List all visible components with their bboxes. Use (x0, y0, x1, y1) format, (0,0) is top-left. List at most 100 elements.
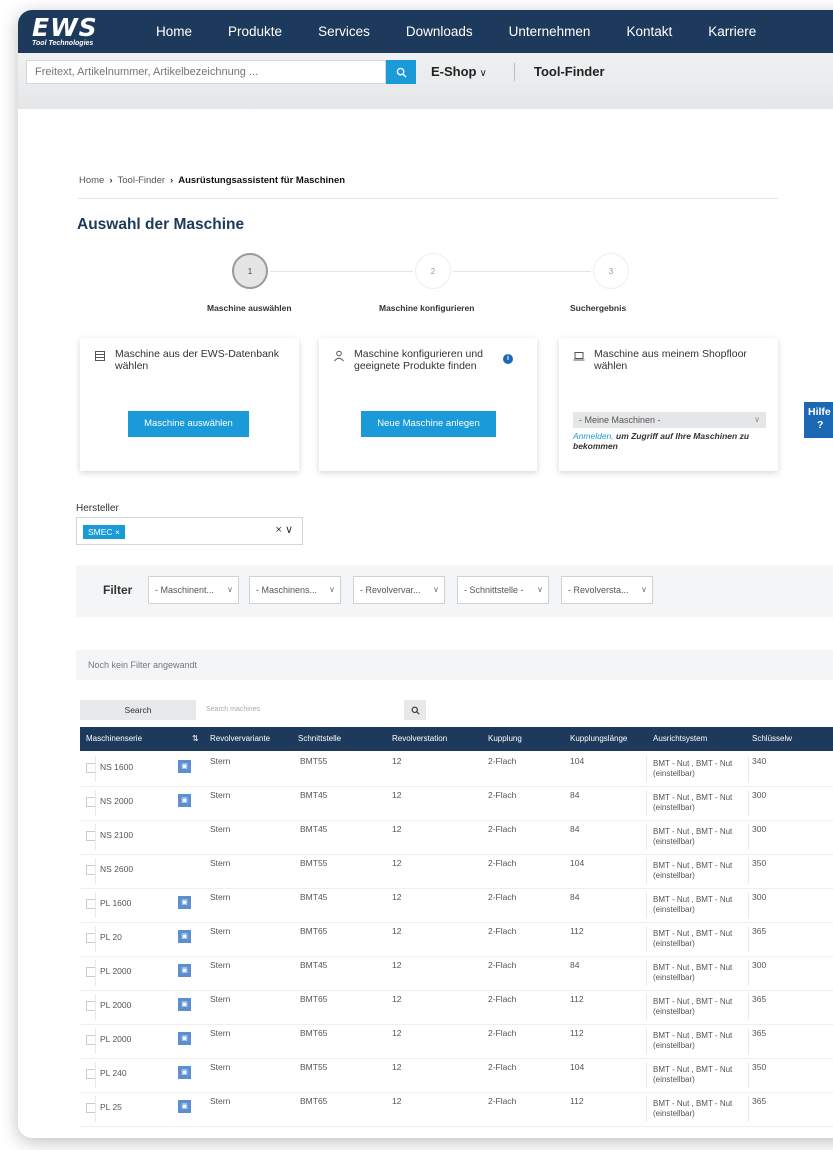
cell-serie: NS 2100 (100, 830, 134, 840)
new-machine-button[interactable]: Neue Maschine anlegen (361, 411, 496, 437)
column-divider (748, 892, 749, 918)
step-1-circle[interactable]: 1 (232, 253, 268, 289)
cell-station: 12 (392, 790, 402, 800)
step-1-label: Maschine auswählen (207, 303, 292, 313)
col-maschinenserie[interactable]: Maschinenserie (86, 727, 142, 751)
table-row[interactable]: NS 2100 Stern BMT45 12 2-Flach 84 BMT - Nut , … (80, 820, 833, 855)
info-badge-icon[interactable]: ▣ (178, 1032, 191, 1045)
chevron-down-icon: ∨ (227, 585, 233, 594)
cell-laenge: 104 (570, 756, 585, 766)
filter-turret-variant[interactable]: - Revolvervar... ∨ (353, 576, 445, 604)
help-button[interactable]: Hilfe ? (804, 402, 833, 438)
nav-item-karriere[interactable]: Karriere (708, 10, 756, 53)
toolfinder-link[interactable]: Tool-Finder (534, 60, 605, 84)
step-2-label: Maschine konfigurieren (379, 303, 475, 313)
col-revolverstation[interactable]: Revolverstation (392, 727, 447, 751)
table-search-submit[interactable] (404, 700, 426, 720)
cell-schluesselweite: 365 (752, 926, 767, 936)
info-icon[interactable]: i (503, 354, 513, 364)
col-kupplungslaenge[interactable]: Kupplungslänge (570, 727, 627, 751)
cell-laenge: 112 (570, 1096, 584, 1106)
column-divider (95, 756, 96, 782)
stepper-line (270, 271, 413, 272)
nav-item-kontakt[interactable]: Kontakt (626, 10, 672, 53)
cell-ausrichtsystem: BMT - Nut , BMT - Nut (einstellbar) (653, 1099, 733, 1118)
nav-item-downloads[interactable]: Downloads (406, 10, 473, 53)
cell-laenge: 84 (570, 824, 580, 834)
cell-schnittstelle: BMT65 (300, 994, 328, 1004)
cell-schluesselweite: 365 (752, 1096, 767, 1106)
clear-dropdown-icon[interactable]: ×∨ (276, 523, 296, 536)
cell-kupplung: 2-Flach (488, 892, 517, 902)
column-divider (646, 790, 647, 816)
table-row[interactable]: PL 240 ▣ Stern BMT55 12 2-Flach 104 BMT - Nut ,… (80, 1058, 833, 1093)
select-machine-button[interactable]: Maschine auswählen (128, 411, 249, 437)
info-badge-icon[interactable]: ▣ (178, 930, 191, 943)
eshop-dropdown[interactable]: E-Shop ∨ (431, 60, 487, 86)
cell-variante: Stern (210, 790, 231, 800)
col-schluesselweite[interactable]: Schlüsselw (752, 727, 792, 751)
table-search-button[interactable]: Search (80, 700, 196, 720)
cell-kupplung: 2-Flach (488, 824, 517, 834)
nav-item-produkte[interactable]: Produkte (228, 10, 282, 53)
sort-icon[interactable]: ⇅ (192, 727, 199, 751)
search-button[interactable] (386, 60, 416, 84)
manufacturer-select[interactable]: SMEC × ×∨ (76, 517, 303, 545)
nav-item-services[interactable]: Services (318, 10, 370, 53)
filter-machine-series[interactable]: - Maschinens... ∨ (249, 576, 341, 604)
my-machines-select[interactable]: - Meine Maschinen - ∨ (573, 412, 766, 428)
col-kupplung[interactable]: Kupplung (488, 727, 522, 751)
table-search-input[interactable]: Search machines (202, 700, 406, 720)
breadcrumb-home[interactable]: Home (79, 175, 104, 186)
cell-variante: Stern (210, 1096, 231, 1106)
cell-kupplung: 2-Flach (488, 960, 517, 970)
cell-schluesselweite: 365 (752, 1028, 767, 1038)
cell-kupplung: 2-Flach (488, 926, 517, 936)
search-input[interactable] (26, 60, 386, 84)
card-ews-database: Maschine aus der EWS-Datenbank wählen Mas… (80, 338, 299, 471)
table-row[interactable]: NS 1600 ▣ Stern BMT55 12 2-Flach 104 BMT - Nut … (80, 752, 833, 787)
breadcrumb-chevron-icon: › (109, 175, 113, 186)
table-row[interactable]: PL 2000 ▣ Stern BMT45 12 2-Flach 84 BMT - Nut ,… (80, 956, 833, 991)
table-row[interactable]: PL 20 ▣ Stern BMT65 12 2-Flach 112 BMT - Nut , … (80, 922, 833, 957)
cell-station: 12 (392, 960, 402, 970)
nav-item-home[interactable]: Home (156, 10, 192, 53)
breadcrumb-current: Ausrüstungsassistent für Maschinen (178, 175, 346, 186)
table-row[interactable]: PL 2000 ▣ Stern BMT65 12 2-Flach 112 BMT - Nut … (80, 990, 833, 1025)
col-revolvervariante[interactable]: Revolvervariante (210, 727, 270, 751)
info-badge-icon[interactable]: ▣ (178, 1066, 191, 1079)
info-badge-icon[interactable]: ▣ (178, 896, 191, 909)
filter-interface[interactable]: - Schnittstelle - ∨ (457, 576, 549, 604)
info-badge-icon[interactable]: ▣ (178, 1100, 191, 1113)
table-row[interactable]: NS 2600 Stern BMT55 12 2-Flach 104 BMT - Nut ,… (80, 854, 833, 889)
info-badge-icon[interactable]: ▣ (178, 998, 191, 1011)
filter-turret-station[interactable]: - Revolversta... ∨ (561, 576, 653, 604)
chevron-down-icon: ∨ (537, 585, 543, 594)
cell-schluesselweite: 300 (752, 892, 767, 902)
table-row[interactable]: PL 1600 ▣ Stern BMT45 12 2-Flach 84 BMT - Nut ,… (80, 888, 833, 923)
info-badge-icon[interactable]: ▣ (178, 794, 191, 807)
table-row[interactable]: PL 2000 ▣ Stern BMT65 12 2-Flach 112 BMT - Nut … (80, 1024, 833, 1059)
cell-schnittstelle: BMT45 (300, 790, 328, 800)
manufacturer-chip[interactable]: SMEC × (83, 525, 125, 539)
column-divider (95, 824, 96, 850)
login-link[interactable]: Anmelden, (573, 431, 614, 441)
cell-kupplung: 2-Flach (488, 994, 517, 1004)
cell-schnittstelle: BMT45 (300, 960, 328, 970)
cell-schnittstelle: BMT55 (300, 756, 328, 766)
col-schnittstelle[interactable]: Schnittstelle (298, 727, 341, 751)
table-row[interactable]: NS 2000 ▣ Stern BMT45 12 2-Flach 84 BMT - Nut ,… (80, 786, 833, 821)
ews-logo[interactable]: EWS Tool Technologies (32, 15, 122, 49)
breadcrumb-toolfinder[interactable]: Tool-Finder (118, 175, 166, 186)
cell-serie: PL 2000 (100, 1034, 132, 1044)
table-row[interactable]: PL 25 ▣ Stern BMT65 12 2-Flach 112 BMT - Nut , … (80, 1092, 833, 1127)
info-badge-icon[interactable]: ▣ (178, 760, 191, 773)
question-icon: ? (817, 419, 824, 431)
filter-machine-type[interactable]: - Maschinent... ∨ (148, 576, 239, 604)
cell-laenge: 104 (570, 1062, 585, 1072)
col-ausrichtsystem[interactable]: Ausrichtsystem (653, 727, 707, 751)
cell-kupplung: 2-Flach (488, 1062, 517, 1072)
cell-serie: PL 20 (100, 932, 122, 942)
info-badge-icon[interactable]: ▣ (178, 964, 191, 977)
nav-item-unternehmen[interactable]: Unternehmen (509, 10, 591, 53)
